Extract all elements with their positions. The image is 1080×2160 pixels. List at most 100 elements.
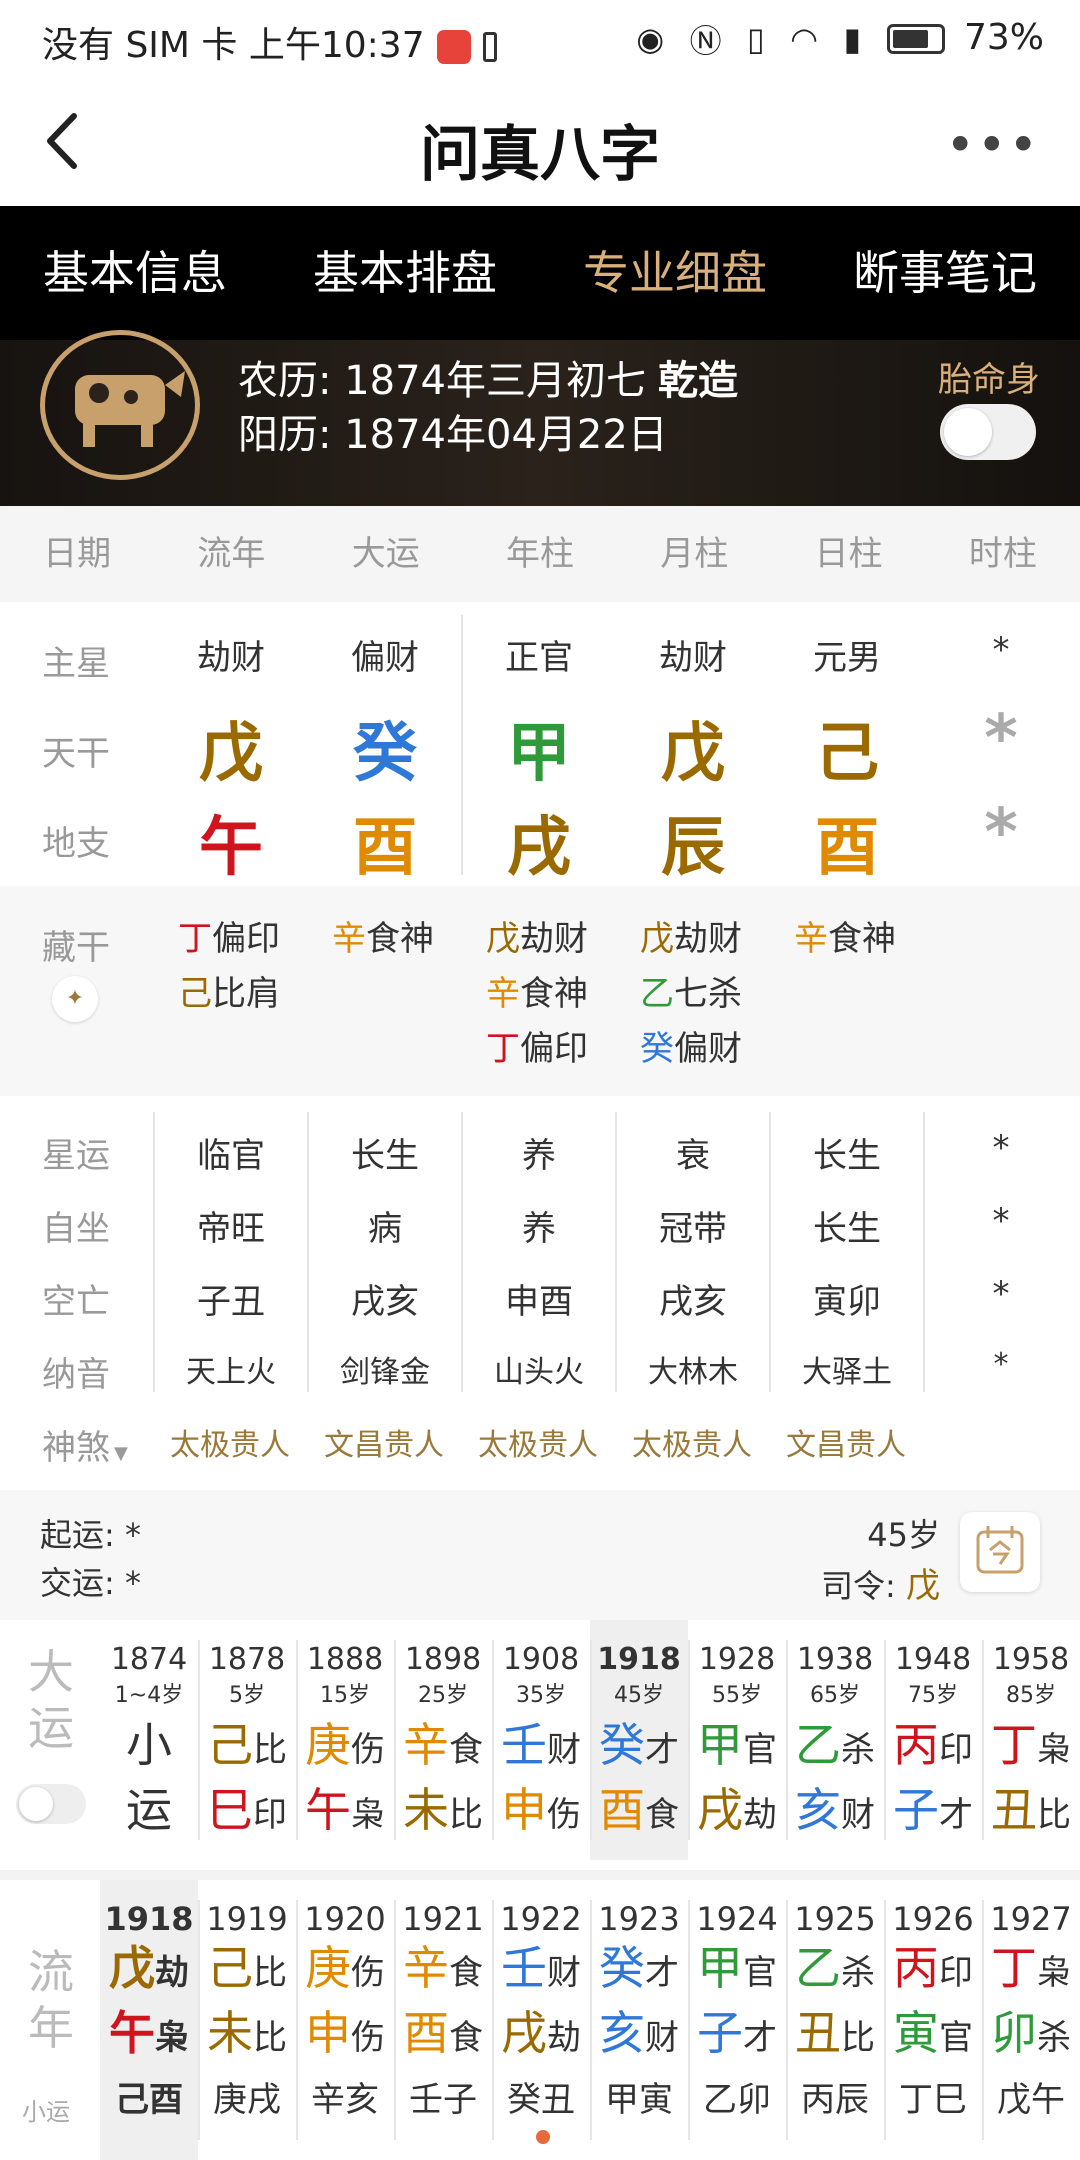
title-bar: 问真八字 ••• — [0, 76, 1080, 206]
shensha-item[interactable]: 太极贵人 — [170, 1420, 290, 1464]
liunian-gan-char: 癸 — [599, 1941, 645, 1995]
dayun-zhi: 巳印 — [198, 1780, 296, 1845]
taiming-toggle[interactable] — [940, 404, 1036, 460]
liunian-zhi-shishen: 枭 — [155, 2018, 189, 2058]
canggan-shishen: 食神 — [828, 919, 896, 959]
col-hour: 时柱 — [968, 534, 1037, 574]
kongwang-cell: 戌亥 — [351, 1282, 419, 1322]
tab-bar: 基本信息 基本排盘 专业细盘 断事笔记 — [0, 206, 1080, 340]
column-divider — [153, 1112, 155, 1392]
dayun-column[interactable]: 1938 65岁 乙杀 亥财 — [786, 1620, 884, 1860]
xingyun-cell: 长生 — [351, 1136, 419, 1176]
dayun-column[interactable]: 1958 85岁 丁枭 丑比 — [982, 1620, 1080, 1860]
kongwang-cell: 寅卯 — [813, 1282, 881, 1322]
dayun-zhi: 酉食 — [590, 1780, 688, 1845]
dayun-toggle[interactable] — [16, 1784, 86, 1824]
shensha-item[interactable]: 太极贵人 — [478, 1420, 598, 1464]
dayun-age: 1~4岁 — [114, 1683, 184, 1708]
canggan-gan: 己 — [178, 974, 212, 1014]
liunian-gan-char: 丙 — [893, 1941, 939, 1995]
liunian-column[interactable]: 1920 庚伤 申伤 辛亥 — [296, 1880, 394, 2160]
row-label-xingyun: 星运 — [42, 1136, 110, 1176]
dayun-age: 5岁 — [229, 1683, 265, 1708]
canggan-shishen: 食神 — [520, 974, 588, 1014]
dayun-column[interactable]: 1878 5岁 己比 巳印 — [198, 1620, 296, 1860]
kongwang-cell: 申酉 — [505, 1282, 573, 1322]
tiangan-cell: * — [984, 702, 1018, 776]
liunian-column[interactable]: 1924 甲官 子才 乙卯 — [688, 1880, 786, 2160]
col-day: 日柱 — [814, 534, 883, 574]
dayun-column[interactable]: 1898 25岁 辛食 未比 — [394, 1620, 492, 1860]
liunian-divider — [394, 1900, 396, 2140]
zizuo-cell: 冠带 — [659, 1209, 727, 1249]
pin-icon[interactable]: ✦ — [52, 976, 98, 1022]
liunian-gan-shishen: 枭 — [1037, 1953, 1071, 1993]
liunian-column[interactable]: 1925 乙杀 丑比 丙辰 — [786, 1880, 884, 2160]
dayun-zhi-shishen: 印 — [253, 1795, 287, 1835]
tab-basic-chart[interactable]: 基本排盘 — [270, 206, 540, 340]
liunian-column[interactable]: 1918 戊劫 午枭 己酉 — [100, 1880, 198, 2160]
tab-basic-info[interactable]: 基本信息 — [0, 206, 270, 340]
liunian-column[interactable]: 1919 己比 未比 庚戌 — [198, 1880, 296, 2160]
tiangan-cell: 癸 — [353, 717, 417, 791]
liunian-column[interactable]: 1921 辛食 酉食 壬子 — [394, 1880, 492, 2160]
dayun-column[interactable]: 1928 55岁 甲官 戌劫 — [688, 1620, 786, 1860]
liunian-gan: 乙杀 — [786, 1938, 884, 2003]
tab-notes[interactable]: 断事笔记 — [810, 206, 1080, 340]
liunian-column[interactable]: 1923 癸才 亥财 甲寅 — [590, 1880, 688, 2160]
dayun-gan-char: 小 — [126, 1718, 172, 1772]
dayun-gan: 辛食 — [394, 1715, 492, 1780]
taiming-label: 胎命身 — [938, 360, 1040, 400]
row-label-dizhi: 地支 — [42, 824, 110, 864]
dayun-gan-char: 乙 — [795, 1718, 841, 1772]
liunian-gan: 甲官 — [688, 1938, 786, 2003]
dayun-label: 大 运 — [26, 1644, 76, 1756]
calendar-button[interactable] — [960, 1512, 1040, 1592]
dizhi-cell: 酉 — [353, 811, 417, 885]
liunian-zhi-char: 未 — [207, 2006, 253, 2060]
more-icon[interactable]: ••• — [946, 116, 1040, 174]
canggan-item: 辛食神 — [794, 912, 896, 966]
solar-value: 1874年04月22日 — [344, 412, 668, 458]
dayun-column[interactable]: 1874 1~4岁小运 — [100, 1620, 198, 1860]
liunian-zhi-char: 午 — [109, 2006, 155, 2060]
liunian-column[interactable]: 1922 壬财 戌劫 癸丑 — [492, 1880, 590, 2160]
dayun-gan-shishen: 比 — [253, 1730, 287, 1770]
shensha-item[interactable]: 文昌贵人 — [324, 1420, 444, 1464]
liunian-zhi-shishen: 财 — [645, 2018, 679, 2058]
liunian-gan-shishen: 伤 — [351, 1953, 385, 1993]
liunian-gan: 壬财 — [492, 1938, 590, 2003]
dayun-column[interactable]: 1918 45岁 癸才 酉食 — [590, 1620, 688, 1860]
dayun-year: 1874 — [110, 1642, 188, 1677]
liunian-zhi-char: 申 — [305, 2006, 351, 2060]
tab-pro-chart[interactable]: 专业细盘 — [540, 206, 810, 340]
dayun-zhi-shishen: 财 — [841, 1795, 875, 1835]
liunian-column[interactable]: 1926 丙印 寅官 丁巳 — [884, 1880, 982, 2160]
canggan-shishen: 食神 — [366, 919, 434, 959]
dayun-gan-shishen: 伤 — [351, 1730, 385, 1770]
liunian-gan: 丙印 — [884, 1938, 982, 2003]
nfc-icon: Ⓝ — [689, 22, 722, 60]
liunian-divider — [884, 1900, 886, 2140]
liunian-xiaoyun: 乙卯 — [703, 2080, 771, 2120]
shensha-item[interactable]: 太极贵人 — [632, 1420, 752, 1464]
canggan-gan: 戊 — [486, 919, 520, 959]
shensha-dropdown[interactable]: 神煞 ▼ — [42, 1420, 128, 1469]
liunian-year: 1924 — [696, 1900, 778, 1938]
shensha-item[interactable]: 文昌贵人 — [786, 1420, 906, 1464]
dayun-divider — [198, 1640, 200, 1840]
canggan-gan: 丁 — [178, 919, 212, 959]
column-divider — [615, 1112, 617, 1392]
liunian-column[interactable]: 1927 丁枭 卯杀 戊午 — [982, 1880, 1080, 2160]
liunian-gan: 辛食 — [394, 1938, 492, 2003]
dayun-zhi-char: 运 — [126, 1783, 172, 1837]
dayun-gan: 己比 — [198, 1715, 296, 1780]
dayun-divider — [982, 1640, 984, 1840]
zhuxing-cell: 正官 — [505, 638, 573, 678]
dayun-gan-shishen: 印 — [939, 1730, 973, 1770]
col-dayun: 大运 — [351, 534, 420, 574]
dayun-column[interactable]: 1888 15岁 庚伤 午枭 — [296, 1620, 394, 1860]
col-liunian: 流年 — [197, 534, 266, 574]
dayun-column[interactable]: 1948 75岁 丙印 子才 — [884, 1620, 982, 1860]
dayun-column[interactable]: 1908 35岁 壬财 申伤 — [492, 1620, 590, 1860]
